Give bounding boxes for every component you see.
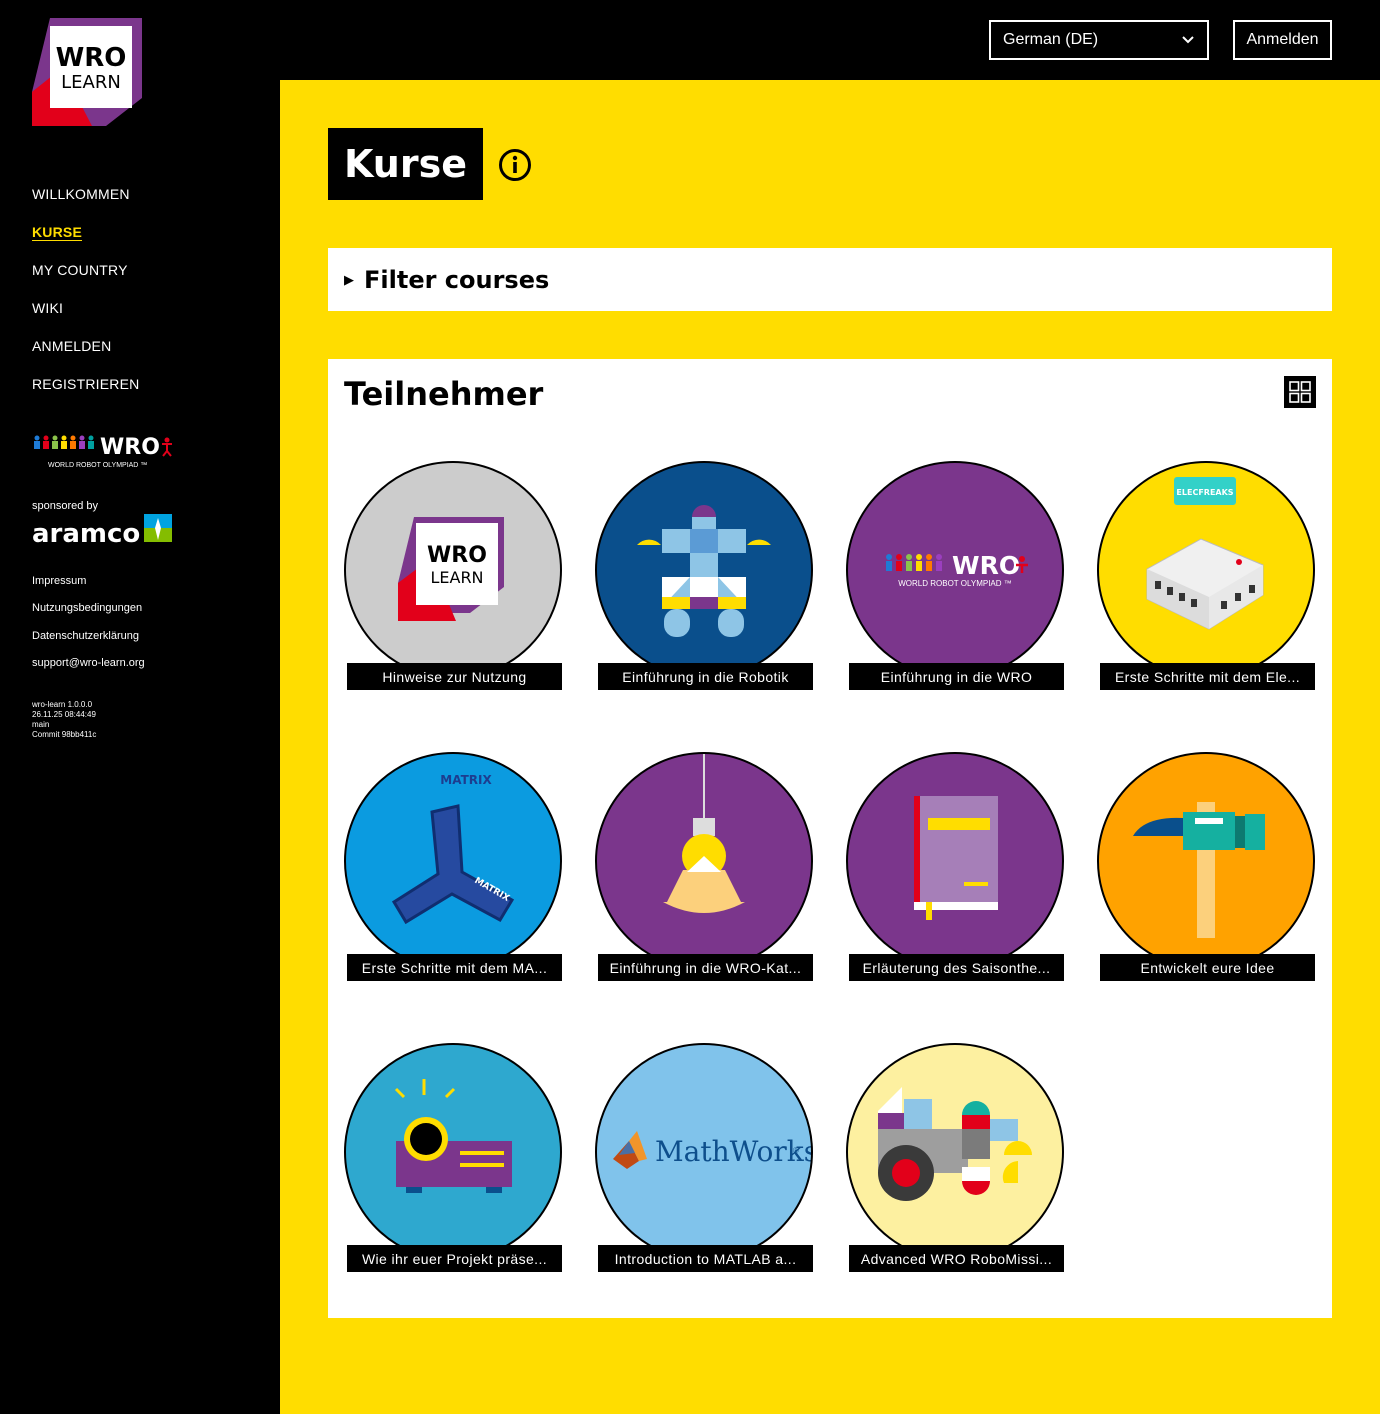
course-title: Erläuterung des Saisonthe... [849, 954, 1064, 981]
top-bar: German (DE) Anmelden [280, 0, 1380, 80]
svg-text:WORLD ROBOT OLYMPIAD ™: WORLD ROBOT OLYMPIAD ™ [48, 462, 147, 469]
footer-link-support-email[interactable]: support@wro-learn.org [32, 657, 145, 684]
course-card[interactable]: Einführung in die Robotik [595, 461, 813, 691]
section-title: Teilnehmer [344, 375, 544, 413]
course-card[interactable]: Erläuterung des Saisonthe... [846, 752, 1064, 982]
course-title: Advanced WRO RoboMissi... [849, 1245, 1064, 1272]
version-line: wro-learn 1.0.0.0 [32, 700, 93, 709]
filter-courses-toggle[interactable]: ▶ Filter courses [328, 248, 1332, 311]
course-thumbnail [344, 1043, 562, 1261]
nav-item-wiki[interactable]: WIKI [32, 300, 139, 338]
info-icon[interactable] [498, 148, 532, 182]
version-line: Commit 98bb411c [32, 730, 97, 739]
language-select-value: German (DE) [1003, 31, 1099, 48]
nav-item-anmelden[interactable]: ANMELDEN [32, 338, 139, 376]
page-title: Kurse [328, 128, 483, 200]
course-thumbnail: MATRIX MATRIX [344, 752, 562, 970]
book-art [914, 796, 998, 920]
version-line: main [32, 720, 50, 729]
course-card[interactable]: WRO WORLD ROBOT OLYMPIAD ™ Einführung in… [846, 461, 1064, 691]
course-section: Teilnehmer WRO LEARN Hinweise zur Nutzun… [328, 359, 1332, 1318]
version-line: 26.11.25 08:44:49 [32, 710, 96, 719]
course-card[interactable]: Einführung in die WRO-Kat... [595, 752, 813, 982]
course-title: Einführung in die WRO [849, 663, 1064, 690]
footer-link-nutzungsbedingungen[interactable]: Nutzungsbedingungen [32, 602, 145, 629]
main-nav: WILLKOMMEN KURSE MY COUNTRY WIKI ANMELDE… [32, 186, 139, 414]
svg-text:®: ® [793, 1146, 799, 1155]
course-thumbnail: ELECFREAKS [1097, 461, 1315, 679]
wro-olympiad-logo[interactable]: WRO WORLD ROBOT OLYMPIAD ™ [32, 432, 174, 472]
svg-text:MathWorks: MathWorks [655, 1135, 813, 1168]
main-content: Kurse ▶ Filter courses Teilnehmer WRO LE… [280, 80, 1380, 1414]
course-title: Hinweise zur Nutzung [347, 663, 562, 690]
course-card[interactable]: Entwickelt eure Idee [1097, 752, 1315, 982]
nav-item-my-country[interactable]: MY COUNTRY [32, 262, 139, 300]
chevron-down-icon [1182, 36, 1194, 44]
course-thumbnail [595, 752, 813, 970]
course-card[interactable]: ELECFREAKS Erste Schritte mit dem Ele... [1097, 461, 1315, 691]
svg-text:LEARN: LEARN [430, 568, 483, 587]
nav-item-willkommen[interactable]: WILLKOMMEN [32, 186, 139, 224]
footer-link-impressum[interactable]: Impressum [32, 575, 145, 602]
language-select[interactable]: German (DE) [989, 20, 1209, 60]
course-title: Einführung in die Robotik [598, 663, 813, 690]
course-thumbnail [595, 461, 813, 679]
course-title: Wie ihr euer Projekt präse... [347, 1245, 562, 1272]
svg-text:ELECFREAKS: ELECFREAKS [1176, 488, 1233, 497]
svg-text:WRO: WRO [56, 43, 127, 73]
svg-text:WRO: WRO [100, 435, 160, 460]
footer-links: Impressum Nutzungsbedingungen Datenschut… [32, 575, 145, 684]
version-info: wro-learn 1.0.0.0 26.11.25 08:44:49 main… [32, 700, 96, 740]
disclosure-triangle-icon: ▶ [344, 271, 354, 287]
wro-olympiad-logo-art: WRO WORLD ROBOT OLYMPIAD ™ [886, 551, 1028, 588]
svg-text:aramco: aramco [32, 519, 140, 546]
grid-view-icon[interactable] [1284, 376, 1316, 408]
course-thumbnail [1097, 752, 1315, 970]
filter-courses-label: Filter courses [364, 265, 550, 294]
course-card[interactable]: Advanced WRO RoboMissi... [846, 1043, 1064, 1273]
nav-item-registrieren[interactable]: REGISTRIEREN [32, 376, 139, 414]
sidebar: WRO LEARN WILLKOMMEN KURSE MY COUNTRY WI… [0, 0, 280, 1414]
login-button[interactable]: Anmelden [1233, 20, 1332, 60]
nav-item-kurse[interactable]: KURSE [32, 224, 139, 262]
svg-text:MATRIX: MATRIX [440, 773, 492, 787]
svg-text:WORLD ROBOT OLYMPIAD ™: WORLD ROBOT OLYMPIAD ™ [898, 579, 1012, 588]
aramco-logo[interactable]: aramco [32, 514, 174, 546]
footer-link-datenschutz[interactable]: Datenschutzerklärung [32, 630, 145, 657]
svg-text:WRO: WRO [952, 551, 1020, 580]
course-title: Einführung in die WRO-Kat... [598, 954, 813, 981]
course-title: Erste Schritte mit dem Ele... [1100, 663, 1315, 690]
course-title: Erste Schritte mit dem MA... [347, 954, 562, 981]
course-thumbnail [846, 752, 1064, 970]
course-card[interactable]: Wie ihr euer Projekt präse... [344, 1043, 562, 1273]
course-card[interactable]: WRO LEARN Hinweise zur Nutzung [344, 461, 562, 691]
course-card[interactable]: MathWorks ® Introduction to MATLAB a... [595, 1043, 813, 1273]
people-icon [34, 435, 94, 449]
wro-learn-logo[interactable]: WRO LEARN [32, 18, 142, 126]
svg-text:LEARN: LEARN [61, 72, 121, 93]
svg-text:WRO: WRO [427, 543, 487, 568]
course-thumbnail [846, 1043, 1064, 1261]
course-thumbnail: MathWorks ® [595, 1043, 813, 1261]
course-title: Introduction to MATLAB a... [598, 1245, 813, 1272]
course-card[interactable]: MATRIX MATRIX Erste Schritte mit dem MA.… [344, 752, 562, 982]
course-thumbnail: WRO LEARN [344, 461, 562, 679]
sponsored-by-label: sponsored by [32, 500, 99, 512]
course-thumbnail: WRO WORLD ROBOT OLYMPIAD ™ [846, 461, 1064, 679]
course-title: Entwickelt eure Idee [1100, 954, 1315, 981]
